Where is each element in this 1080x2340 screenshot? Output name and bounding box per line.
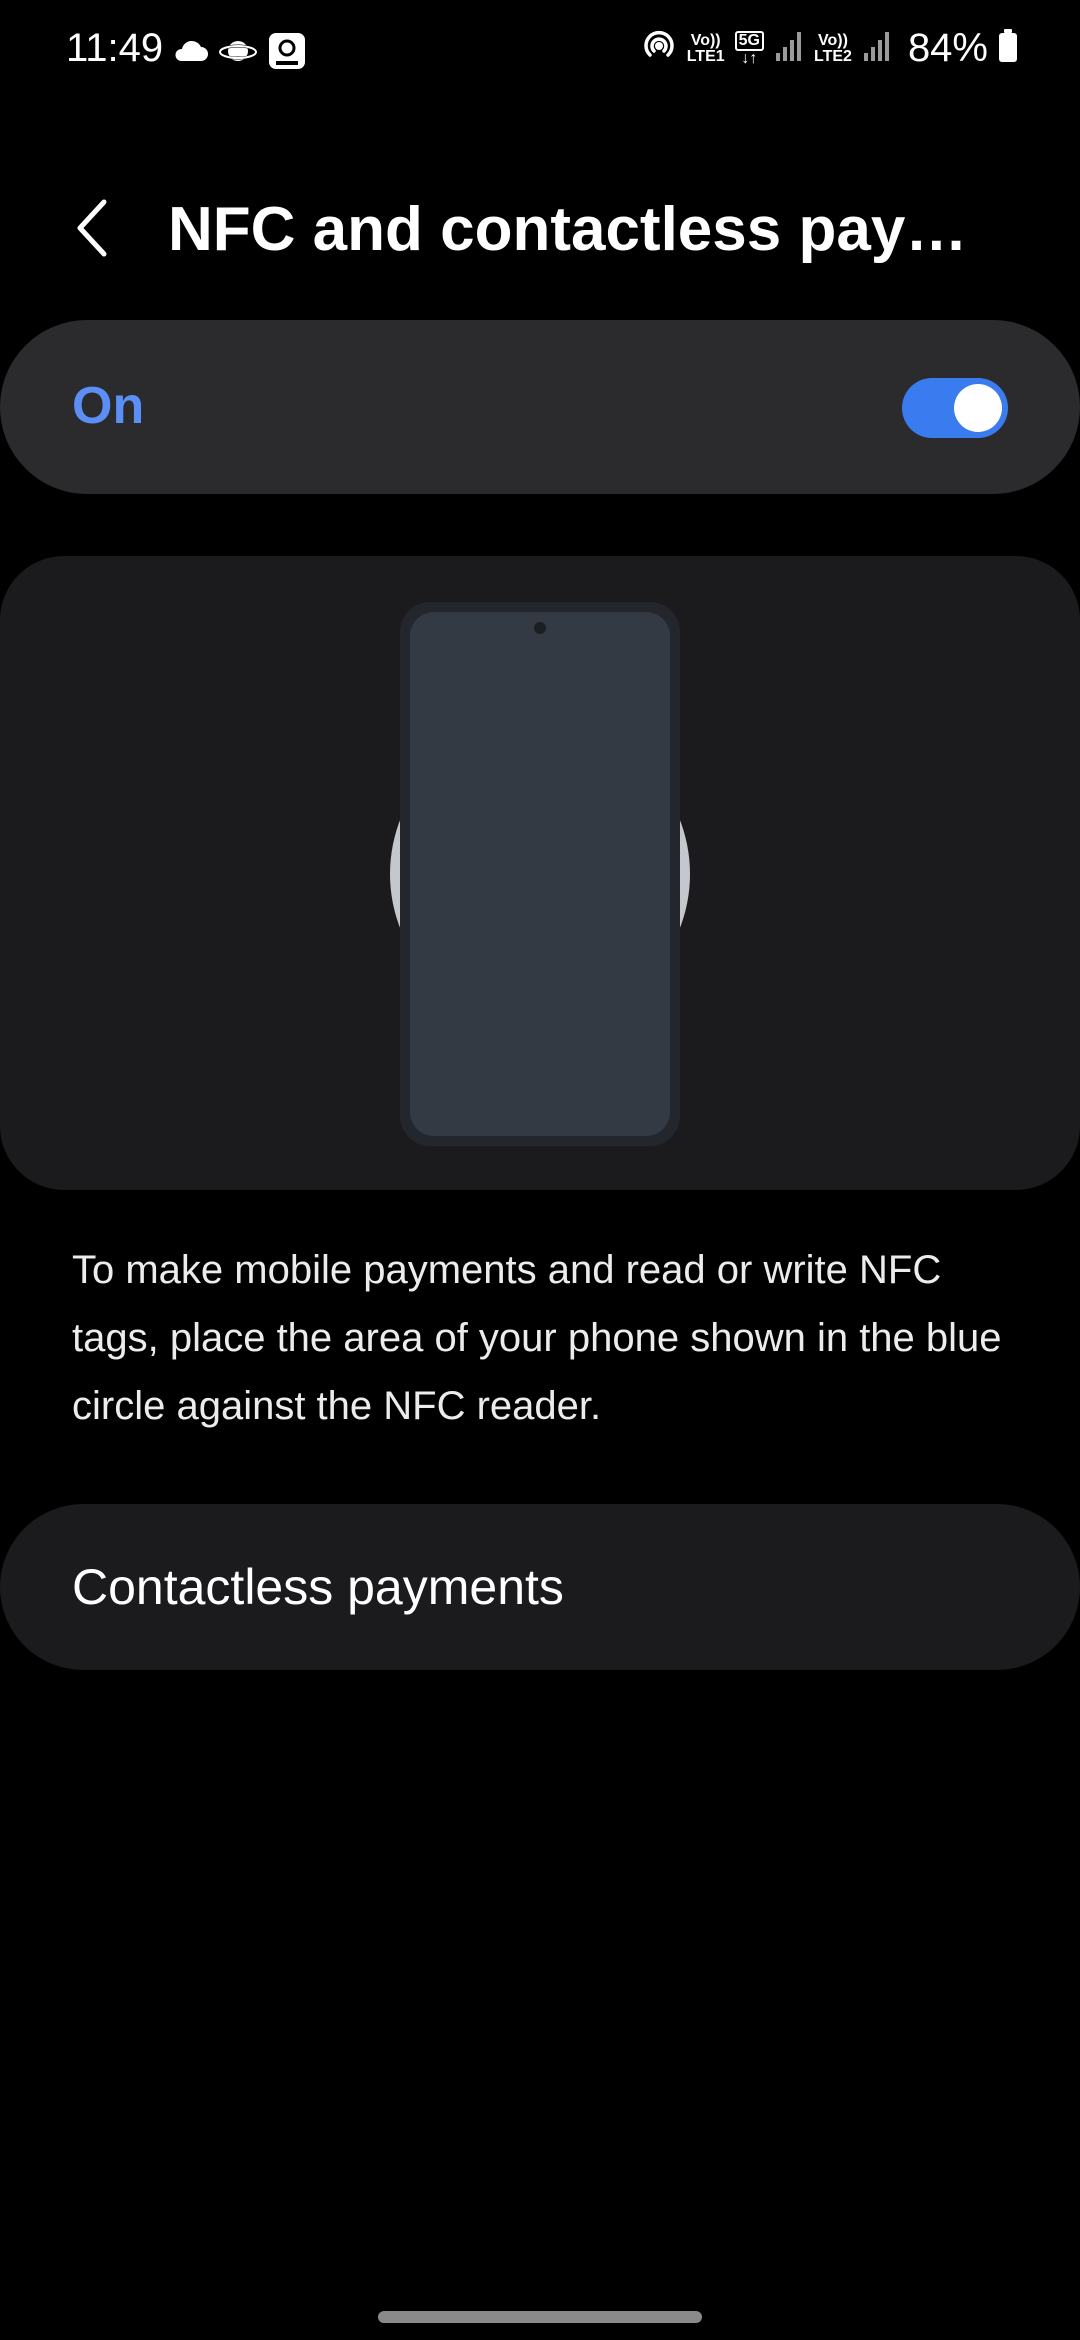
home-gesture-bar[interactable]	[378, 2311, 702, 2323]
cloud-icon	[172, 39, 208, 68]
phone-nfc-illustration	[390, 602, 690, 1146]
screen: 11:49 Vo)) LTE1 5G ↓↑ Vo)) LTE2 84% NFC …	[0, 0, 1080, 2340]
nfc-description: To make mobile payments and read or writ…	[72, 1248, 1002, 1428]
phone-camera	[534, 622, 546, 634]
data-arrows: ↓↑	[741, 49, 758, 67]
master-switch-label: On	[72, 377, 145, 435]
page-title: NFC and contactless paym...	[168, 195, 1008, 264]
phone-screen	[410, 612, 670, 1136]
volte-lte2-icon: Vo)) LTE2	[814, 31, 852, 65]
status-right-icons: Vo)) LTE1 5G ↓↑ Vo)) LTE2 84%	[641, 26, 1018, 71]
chevron-left-icon	[72, 196, 112, 265]
planet-icon	[218, 36, 258, 71]
data-label: 5G	[734, 30, 764, 51]
sim1-label-top: Vo))	[690, 31, 721, 49]
illustration-card	[0, 556, 1080, 1190]
contactless-payments-label: Contactless payments	[72, 1559, 564, 1615]
5g-data-icon: 5G ↓↑	[734, 30, 764, 67]
battery-percent: 84%	[907, 26, 988, 70]
back-button[interactable]	[62, 192, 122, 268]
sim2-label-bottom: LTE2	[814, 47, 852, 65]
account-badge-icon	[268, 32, 306, 75]
signal-icon	[862, 29, 892, 68]
sim2-label-top: Vo))	[818, 31, 848, 49]
toggle-knob	[954, 384, 1002, 432]
battery-icon	[998, 29, 1018, 68]
master-switch-toggle[interactable]	[902, 378, 1008, 438]
contactless-payments-item[interactable]: Contactless payments	[0, 1504, 1080, 1670]
status-left-icons	[172, 32, 306, 75]
master-switch-row[interactable]: On	[0, 320, 1080, 494]
status-bar: 11:49 Vo)) LTE1 5G ↓↑ Vo)) LTE2 84%	[0, 0, 1080, 104]
status-time: 11:49	[66, 26, 164, 70]
header: NFC and contactless paym...	[0, 170, 1080, 290]
hotspot-icon	[641, 28, 677, 69]
volte-lte1-icon: Vo)) LTE1	[686, 31, 725, 65]
signal-icon	[774, 29, 804, 68]
sim1-label-bottom: LTE1	[686, 47, 725, 65]
